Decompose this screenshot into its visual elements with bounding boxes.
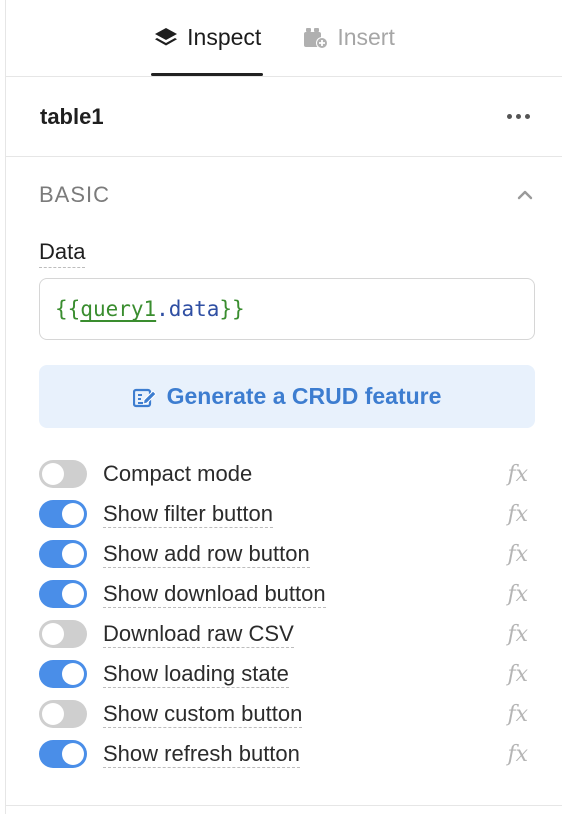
layers-icon xyxy=(155,27,178,45)
data-label: Data xyxy=(39,239,86,268)
toggle-switch[interactable] xyxy=(39,700,87,728)
toggle-switch[interactable] xyxy=(39,540,87,568)
code-property: .data xyxy=(156,297,220,321)
toggle-row: Show loading state fx xyxy=(39,654,534,694)
toggle-knob xyxy=(62,503,84,525)
toggle-label: Show refresh button xyxy=(103,740,300,768)
toggle-row: Show custom button fx xyxy=(39,694,534,734)
toggle-label: Show loading state xyxy=(103,660,289,688)
toggle-label: Download raw CSV xyxy=(103,620,294,648)
toggle-label: Show add row button xyxy=(103,540,310,568)
section-title: BASIC xyxy=(39,182,111,207)
toggle-switch[interactable] xyxy=(39,500,87,528)
fx-icon[interactable]: fx xyxy=(507,742,528,767)
toggle-label: Show download button xyxy=(103,580,326,608)
toggle-switch[interactable] xyxy=(39,460,87,488)
toggle-knob xyxy=(42,463,64,485)
inspector-panel: Inspect Insert table1 BASIC Data {{quer… xyxy=(5,0,562,814)
tab-insert[interactable]: Insert xyxy=(301,0,397,76)
toggle-switch[interactable] xyxy=(39,580,87,608)
fx-icon[interactable]: fx xyxy=(507,502,528,527)
fx-icon[interactable]: fx xyxy=(507,582,528,607)
edit-table-icon xyxy=(132,388,157,407)
toggle-knob xyxy=(62,583,84,605)
fx-icon[interactable]: fx xyxy=(507,662,528,687)
component-header: table1 xyxy=(6,77,562,157)
code-identifier: query1 xyxy=(80,297,157,321)
tab-insert-label: Insert xyxy=(337,24,395,50)
chevron-up-icon[interactable] xyxy=(516,189,534,201)
basic-section: BASIC Data {{query1 .data}} Generate a CR… xyxy=(6,157,562,774)
toggle-switch[interactable] xyxy=(39,740,87,768)
toggle-switch[interactable] xyxy=(39,660,87,688)
toggle-row: Show add row button fx xyxy=(39,534,534,574)
toggle-list: Compact mode fx Show filter button fx Show a… xyxy=(39,454,534,774)
toggle-knob xyxy=(62,743,84,765)
toggle-knob xyxy=(42,703,64,725)
panel-tabs: Inspect Insert xyxy=(6,0,562,77)
toggle-row: Show refresh button fx xyxy=(39,734,534,774)
tab-inspect[interactable]: Inspect xyxy=(151,0,264,76)
toggle-switch[interactable] xyxy=(39,620,87,648)
toggle-knob xyxy=(62,543,84,565)
section-header[interactable]: BASIC xyxy=(39,157,534,233)
toggle-row: Download raw CSV fx xyxy=(39,614,534,654)
fx-icon[interactable]: fx xyxy=(507,622,528,647)
toggle-label: Compact mode xyxy=(103,460,253,486)
component-name[interactable]: table1 xyxy=(40,104,104,130)
code-close-brace: }} xyxy=(219,297,245,321)
toggle-label: Show custom button xyxy=(103,700,303,728)
add-component-icon xyxy=(304,27,329,49)
fx-icon[interactable]: fx xyxy=(507,462,528,487)
toggle-label: Show filter button xyxy=(103,500,273,528)
bottom-divider xyxy=(6,805,562,806)
code-open-brace: {{ xyxy=(55,297,81,321)
toggle-row: Show download button fx xyxy=(39,574,534,614)
toggle-knob xyxy=(42,623,64,645)
toggle-row: Show filter button fx xyxy=(39,494,534,534)
tab-inspect-label: Inspect xyxy=(187,24,262,50)
generate-crud-label: Generate a CRUD feature xyxy=(166,383,442,409)
fx-icon[interactable]: fx xyxy=(507,702,528,727)
toggle-knob xyxy=(62,663,84,685)
generate-crud-button[interactable]: Generate a CRUD feature xyxy=(39,365,535,428)
more-horizontal-icon[interactable] xyxy=(503,110,534,123)
toggle-row: Compact mode fx xyxy=(39,454,534,494)
data-input[interactable]: {{query1 .data}} xyxy=(39,278,535,340)
fx-icon[interactable]: fx xyxy=(507,542,528,567)
